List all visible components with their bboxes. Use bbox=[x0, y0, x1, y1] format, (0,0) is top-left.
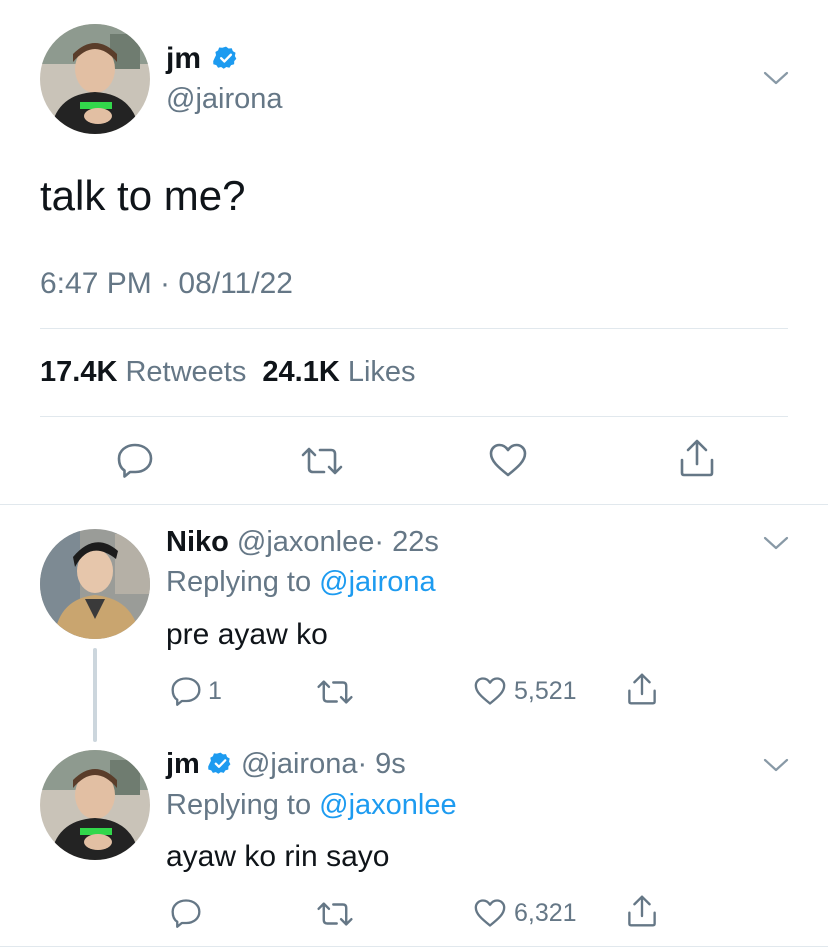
author-name[interactable]: jm bbox=[166, 748, 200, 780]
like-count: 6,321 bbox=[514, 899, 577, 927]
like-icon[interactable] bbox=[473, 898, 507, 928]
reply-time[interactable]: · 9s bbox=[357, 748, 405, 780]
like-count: 5,521 bbox=[514, 677, 577, 705]
retweets-label: Retweets bbox=[125, 356, 247, 388]
author-handle[interactable]: @jairona bbox=[166, 83, 283, 116]
retweet-icon[interactable] bbox=[300, 446, 344, 476]
replying-to-link[interactable]: @jaxonlee bbox=[319, 789, 456, 821]
chevron-down-icon[interactable] bbox=[763, 757, 789, 773]
avatar[interactable] bbox=[40, 529, 150, 639]
chevron-down-icon[interactable] bbox=[763, 535, 789, 551]
author-handle[interactable]: @jairona bbox=[241, 748, 358, 780]
engagement-stats: 17.4K Retweets 24.1K Likes bbox=[40, 356, 416, 389]
replying-to-prefix: Replying to bbox=[166, 566, 312, 598]
replying-to: Replying to @jairona bbox=[166, 566, 436, 599]
retweet-icon[interactable] bbox=[316, 679, 354, 705]
section-divider bbox=[0, 504, 828, 505]
retweet-icon[interactable] bbox=[316, 901, 354, 927]
retweets-count: 17.4K bbox=[40, 356, 118, 388]
share-icon[interactable] bbox=[626, 894, 658, 928]
share-icon[interactable] bbox=[678, 438, 716, 478]
bottom-divider bbox=[0, 946, 828, 947]
tweet-timestamp[interactable]: 6:47 PM · 08/11/22 bbox=[40, 267, 293, 301]
reply-text: pre ayaw ko bbox=[166, 618, 328, 651]
reply-icon[interactable] bbox=[116, 442, 154, 478]
replying-to-prefix: Replying to bbox=[166, 789, 312, 821]
chevron-down-icon[interactable] bbox=[763, 70, 789, 86]
reply-icon[interactable] bbox=[170, 898, 202, 928]
reply-time[interactable]: · 22s bbox=[374, 526, 438, 558]
reply-icon[interactable] bbox=[170, 676, 202, 706]
replying-to: Replying to @jaxonlee bbox=[166, 789, 457, 822]
author-name[interactable]: Niko bbox=[166, 526, 229, 558]
tweet-text: talk to me? bbox=[40, 172, 246, 219]
share-icon[interactable] bbox=[626, 672, 658, 706]
thread-line bbox=[93, 648, 97, 742]
verified-badge-icon bbox=[213, 46, 237, 69]
author-handle[interactable]: @jaxonlee bbox=[237, 526, 374, 558]
likes-count: 24.1K bbox=[262, 356, 340, 388]
author-name[interactable]: jm bbox=[166, 42, 201, 75]
likes-label: Likes bbox=[347, 356, 416, 388]
replying-to-link[interactable]: @jairona bbox=[319, 566, 436, 598]
divider bbox=[40, 416, 788, 417]
verified-badge-icon bbox=[208, 752, 231, 774]
avatar[interactable] bbox=[40, 750, 150, 860]
divider bbox=[40, 328, 788, 329]
retweets-stat[interactable]: 17.4K Retweets bbox=[40, 356, 254, 388]
likes-stat[interactable]: 24.1K Likes bbox=[262, 356, 415, 388]
like-icon[interactable] bbox=[473, 676, 507, 706]
avatar[interactable] bbox=[40, 24, 150, 134]
reply-text: ayaw ko rin sayo bbox=[166, 840, 390, 873]
reply-count: 1 bbox=[208, 677, 222, 705]
like-icon[interactable] bbox=[488, 442, 528, 478]
